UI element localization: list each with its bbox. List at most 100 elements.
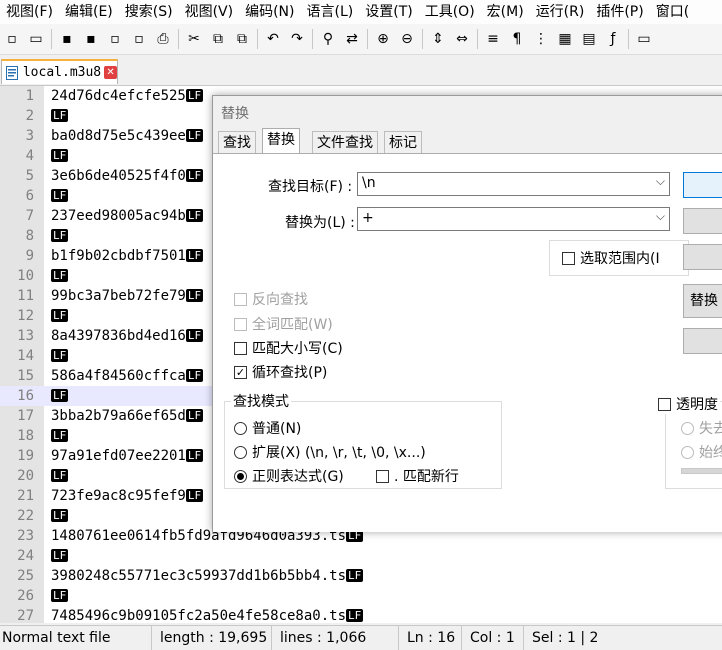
undo-icon[interactable]: ↶ bbox=[263, 29, 283, 49]
indent-guide-icon[interactable]: ⋮ bbox=[531, 29, 551, 49]
match-case-checkbox[interactable]: 匹配大小写(C) bbox=[234, 338, 343, 358]
count-button[interactable] bbox=[683, 208, 722, 234]
editor-line[interactable]: 27 7485496c9b09105fc2a50e4fe58ce8a0.ts LF bbox=[0, 606, 722, 623]
zoom-out-icon[interactable]: ⊖ bbox=[397, 29, 417, 49]
line-text: 3980248c55771ec3c59937dd1b6b5bb4.ts LF bbox=[51, 566, 364, 586]
close-icon[interactable]: ▫ bbox=[105, 29, 125, 49]
find-input-value: \n bbox=[362, 175, 376, 191]
line-text: LF bbox=[51, 226, 69, 246]
zoom-in-icon[interactable]: ⊕ bbox=[373, 29, 393, 49]
line-text: LF bbox=[51, 346, 69, 366]
word-wrap-icon[interactable]: ≡ bbox=[483, 29, 503, 49]
eol-lf-marker: LF bbox=[51, 349, 69, 362]
tab-find-in-files[interactable]: 文件查找 bbox=[312, 131, 378, 153]
status-line-number: Ln : 16 bbox=[399, 626, 462, 650]
menu-item[interactable]: 宏(M) bbox=[481, 0, 530, 24]
always-label: 始终 bbox=[699, 445, 722, 461]
editor-line[interactable]: 26 LF bbox=[0, 586, 722, 606]
chevron-down-icon[interactable]: ⌵ bbox=[656, 209, 665, 224]
wrap-around-label: 循环查找(P) bbox=[252, 365, 328, 381]
radio-dot bbox=[237, 472, 244, 480]
transparency-label: 透明度 bbox=[676, 397, 718, 413]
line-number: 20 bbox=[17, 468, 34, 484]
open-file-icon[interactable]: ▭ bbox=[26, 29, 46, 49]
save-icon[interactable]: ▪ bbox=[57, 29, 77, 49]
menu-item[interactable]: 插件(P) bbox=[590, 0, 649, 24]
menu-item[interactable]: 编码(N) bbox=[239, 0, 300, 24]
function-list-icon[interactable]: ▤ bbox=[579, 29, 599, 49]
dot-matches-newline-checkbox[interactable]: . 匹配新行 bbox=[376, 466, 459, 486]
line-number: 5 bbox=[25, 168, 34, 184]
line-text: 8a4397836bd4ed16 LF bbox=[51, 326, 204, 346]
line-text: LF bbox=[51, 306, 69, 326]
menu-item[interactable]: 设置(T) bbox=[359, 0, 418, 24]
tab-close-icon[interactable]: ✕ bbox=[104, 66, 117, 79]
transparency-checkbox[interactable]: 透明度 bbox=[658, 394, 720, 414]
monitoring-icon[interactable]: ▭ bbox=[634, 29, 654, 49]
replace-all-button[interactable] bbox=[683, 328, 722, 354]
in-selection-checkbox[interactable]: 选取范围内(I bbox=[562, 248, 660, 268]
eol-lf-marker: LF bbox=[51, 589, 69, 602]
line-number: 6 bbox=[25, 188, 34, 204]
menu-item[interactable]: 搜索(S) bbox=[119, 0, 179, 24]
find-next-button[interactable] bbox=[683, 172, 722, 198]
menu-item[interactable]: 运行(R) bbox=[530, 0, 591, 24]
checkbox-box bbox=[234, 292, 247, 306]
replace-button[interactable]: 替换 bbox=[683, 284, 722, 318]
eol-lf-marker: LF bbox=[346, 569, 364, 582]
eol-lf-marker: LF bbox=[51, 389, 69, 402]
find-input[interactable]: \n ⌵ bbox=[357, 172, 670, 196]
mode-extended-radio[interactable]: 扩展(X) (\n, \r, \t, \0, \x...) bbox=[234, 442, 426, 462]
menu-item[interactable]: 视图(F) bbox=[0, 0, 59, 24]
find-icon[interactable]: ⚲ bbox=[318, 29, 338, 49]
save-all-icon[interactable]: ▪ bbox=[81, 29, 101, 49]
line-number: 23 bbox=[17, 528, 34, 544]
mode-regex-radio[interactable]: 正则表达式(G) bbox=[234, 466, 344, 486]
mode-normal-label: 普通(N) bbox=[252, 421, 302, 437]
redo-icon[interactable]: ↷ bbox=[287, 29, 307, 49]
status-selection: Sel : 1 | 2 bbox=[532, 630, 599, 646]
toolbar-separator bbox=[477, 29, 478, 49]
editor-line[interactable]: 24 LF bbox=[0, 546, 722, 566]
close-all-icon[interactable]: ▫ bbox=[129, 29, 149, 49]
cut-icon[interactable]: ✂ bbox=[184, 29, 204, 49]
tab-replace[interactable]: 替换 bbox=[262, 128, 300, 155]
menu-item[interactable]: 窗口( bbox=[650, 0, 695, 24]
status-length: length : 19,695 bbox=[152, 626, 272, 650]
line-text: 99bc3a7beb72fe79 LF bbox=[51, 286, 204, 306]
checkbox-box bbox=[234, 317, 247, 331]
paste-icon[interactable]: ⧉ bbox=[232, 29, 252, 49]
menu-item[interactable]: 视图(V) bbox=[179, 0, 240, 24]
new-file-icon[interactable]: ▫ bbox=[2, 29, 22, 49]
sync-vertical-icon[interactable]: ⇕ bbox=[428, 29, 448, 49]
menu-item[interactable]: 工具(O) bbox=[419, 0, 481, 24]
print-icon[interactable]: ⎙ bbox=[153, 29, 173, 49]
checkbox-box bbox=[658, 397, 671, 411]
file-tab-local-m3u8[interactable]: local.m3u8 ✕ bbox=[1, 59, 118, 84]
line-text: LF bbox=[51, 506, 69, 526]
editor-line[interactable]: 25 3980248c55771ec3c59937dd1b6b5bb4.ts LF bbox=[0, 566, 722, 586]
copy-icon[interactable]: ⧉ bbox=[208, 29, 228, 49]
sync-horizontal-icon[interactable]: ⇔ bbox=[452, 29, 472, 49]
chevron-down-icon[interactable]: ⌵ bbox=[656, 174, 665, 189]
wrap-around-checkbox[interactable]: ✓ 循环查找(P) bbox=[234, 362, 327, 382]
menu-item[interactable]: 语言(L) bbox=[301, 0, 360, 24]
menu-item[interactable]: 编辑(E) bbox=[59, 0, 119, 24]
find-all-button[interactable] bbox=[683, 244, 722, 270]
show-all-chars-icon[interactable]: ¶ bbox=[507, 29, 527, 49]
replace-label: 替换为(L) : bbox=[285, 215, 355, 231]
line-text: 586a4f84560cffca LF bbox=[51, 366, 204, 386]
line-number: 12 bbox=[17, 308, 34, 324]
doc-map-icon[interactable]: ▦ bbox=[555, 29, 575, 49]
replace-icon[interactable]: ⇄ bbox=[342, 29, 362, 49]
line-text: LF bbox=[51, 546, 69, 566]
tab-find[interactable]: 查找 bbox=[218, 131, 256, 153]
folder-workspace-icon[interactable]: ƒ bbox=[603, 29, 623, 49]
line-number: 27 bbox=[17, 608, 34, 623]
replace-panel: 查找目标(F) : \n ⌵ 替换为(L) : + ⌵ 选取范围内(I 替换 反… bbox=[213, 153, 722, 532]
tab-mark[interactable]: 标记 bbox=[384, 131, 422, 153]
replace-input[interactable]: + ⌵ bbox=[357, 207, 670, 231]
file-icon bbox=[5, 65, 19, 81]
mode-normal-radio[interactable]: 普通(N) bbox=[234, 418, 301, 438]
line-number: 11 bbox=[17, 288, 34, 304]
